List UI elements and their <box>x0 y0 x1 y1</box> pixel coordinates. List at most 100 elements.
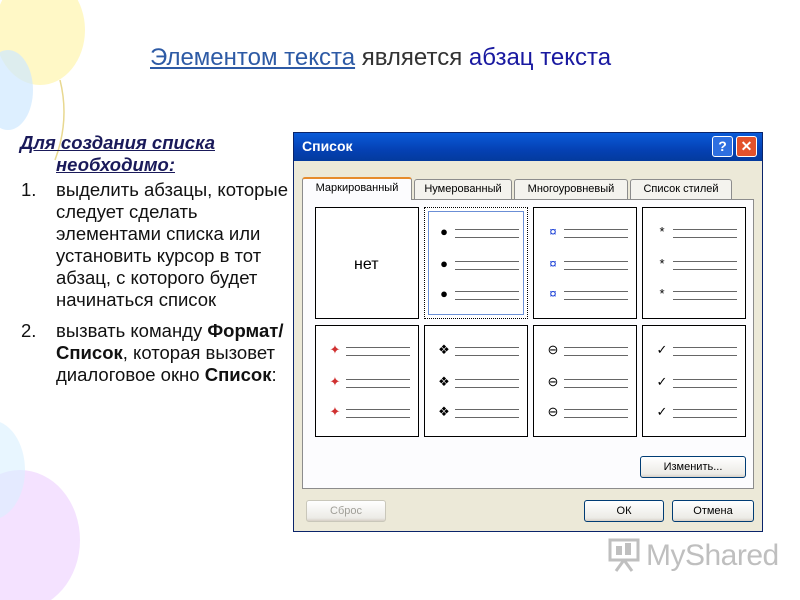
sample-line <box>455 347 519 348</box>
sample-line <box>673 299 737 300</box>
sample-line <box>455 379 519 380</box>
step-2-end: : <box>271 364 277 385</box>
bullet-style-star-bullet[interactable]: ¤ ¤ ¤ <box>533 207 637 319</box>
sample-line <box>346 355 410 356</box>
sample-line <box>673 291 737 292</box>
star-bullet-icon: ¤ <box>549 256 557 271</box>
check-bullet-icon: ✓ <box>656 404 668 419</box>
step-2-prefix: вызвать команду <box>56 320 208 341</box>
sample-line <box>673 269 737 270</box>
check-bullet-icon: ✓ <box>656 342 668 357</box>
clock-bullet-icon: ⊖ <box>547 374 559 389</box>
step-2-number: 2. <box>21 320 37 341</box>
asterisk-bullet-icon: * <box>659 224 665 239</box>
sample-line <box>673 417 737 418</box>
bullet-style-dot-bullet[interactable]: ● ● ● <box>424 207 528 319</box>
sample-line <box>455 409 519 410</box>
sample-line <box>673 347 737 348</box>
sample-line <box>455 299 519 300</box>
sample-line <box>346 387 410 388</box>
sample-line <box>673 229 737 230</box>
tab-numbered[interactable]: Нумерованный <box>414 179 512 199</box>
sample-line <box>673 387 737 388</box>
sample-line <box>564 261 628 262</box>
slide-title: Элементом текста является абзац текста <box>150 44 611 72</box>
diamond-bullet-icon: ❖ <box>438 374 450 389</box>
sample-line <box>564 291 628 292</box>
asterisk-bullet-icon: * <box>659 286 665 301</box>
sample-line <box>564 409 628 410</box>
bullet-style-check-bullet[interactable]: ✓ ✓ ✓ <box>642 325 746 437</box>
title-emphasis: абзац текста <box>468 44 612 71</box>
color-arrow-bullet-icon: ✦ <box>329 342 341 357</box>
diamond-bullet-icon: ❖ <box>438 404 450 419</box>
sample-line <box>673 237 737 238</box>
dialog-titlebar[interactable]: Список ? ✕ <box>294 133 762 161</box>
step-1: 1. выделить абзацы, которые следует сдел… <box>20 179 295 311</box>
asterisk-bullet-icon: * <box>659 256 665 271</box>
step-2: 2. вызвать команду Формат/Список, котора… <box>20 320 295 386</box>
sample-line <box>564 347 628 348</box>
sample-line <box>455 417 519 418</box>
heading-line-2: необходимо: <box>56 154 175 175</box>
sample-line <box>564 269 628 270</box>
bullet-style-color-arrow-bullet[interactable]: ✦ ✦ ✦ <box>315 325 419 437</box>
none-label: нет <box>354 256 379 273</box>
ok-button[interactable]: ОК <box>584 500 664 522</box>
instructions-text: Для создания списка необходимо: 1. выдел… <box>20 132 295 386</box>
sample-line <box>346 379 410 380</box>
reset-button[interactable]: Сброс <box>306 500 386 522</box>
dot-bullet-icon: ● <box>440 256 448 271</box>
sample-line <box>455 355 519 356</box>
tab-multilevel[interactable]: Многоуровневый <box>514 179 628 199</box>
clock-bullet-icon: ⊖ <box>547 342 559 357</box>
sample-line <box>673 409 737 410</box>
tab-bulleted[interactable]: Маркированный <box>302 177 412 200</box>
color-arrow-bullet-icon: ✦ <box>329 404 341 419</box>
sample-line <box>673 355 737 356</box>
change-button[interactable]: Изменить... <box>640 456 746 478</box>
sample-line <box>346 347 410 348</box>
sample-line <box>564 237 628 238</box>
dot-bullet-icon: ● <box>440 224 448 239</box>
cancel-button[interactable]: Отмена <box>672 500 754 522</box>
help-icon: ? <box>718 138 727 154</box>
sample-line <box>564 355 628 356</box>
close-button[interactable]: ✕ <box>736 136 757 157</box>
myshared-logo: MyShared <box>606 537 779 573</box>
instructions-heading: Для создания списка необходимо: <box>20 132 295 176</box>
sample-line <box>455 261 519 262</box>
sample-line <box>673 261 737 262</box>
tab-list-styles[interactable]: Список стилей <box>630 179 732 199</box>
dialog-tabs: Маркированный Нумерованный Многоуровневы… <box>302 177 756 200</box>
sample-line <box>564 229 628 230</box>
sample-line <box>673 379 737 380</box>
dialog-title: Список <box>302 138 353 154</box>
clock-bullet-icon: ⊖ <box>547 404 559 419</box>
dot-bullet-icon: ● <box>440 286 448 301</box>
step-2-dialog-name: Список <box>204 364 272 385</box>
sample-line <box>455 291 519 292</box>
star-bullet-icon: ¤ <box>549 286 557 301</box>
sample-line <box>455 229 519 230</box>
sample-line <box>455 237 519 238</box>
myshared-wordmark: MyShared <box>646 539 779 572</box>
step-1-number: 1. <box>21 179 37 200</box>
presentation-icon <box>608 538 640 572</box>
bullet-style-clock-bullet[interactable]: ⊖ ⊖ ⊖ <box>533 325 637 437</box>
heading-line-1: Для создания списка <box>20 132 215 153</box>
star-bullet-icon: ¤ <box>549 224 557 239</box>
sample-line <box>346 417 410 418</box>
list-dialog: Список ? ✕ Маркированный Нумерованный Мн… <box>293 132 763 532</box>
bullet-style-asterisk-bullet[interactable]: * * * <box>642 207 746 319</box>
sample-line <box>564 379 628 380</box>
sample-line <box>455 269 519 270</box>
help-button[interactable]: ? <box>712 136 733 157</box>
sample-line <box>564 299 628 300</box>
close-icon: ✕ <box>740 138 753 154</box>
bullet-style-none[interactable]: нет <box>315 207 419 319</box>
bullet-style-diamond-bullet[interactable]: ❖ ❖ ❖ <box>424 325 528 437</box>
title-link[interactable]: Элементом текста <box>150 44 355 71</box>
check-bullet-icon: ✓ <box>656 374 668 389</box>
sample-line <box>455 387 519 388</box>
